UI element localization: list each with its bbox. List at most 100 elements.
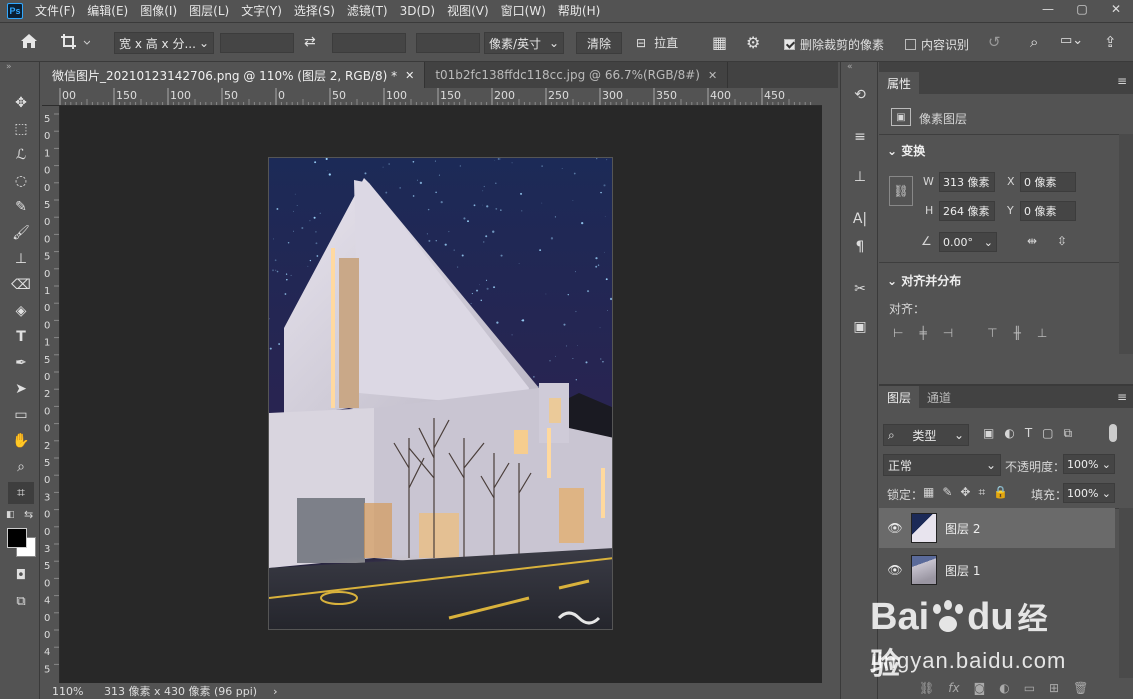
character-icon[interactable]: A|: [849, 208, 871, 230]
search-icon[interactable]: ⌕: [1030, 33, 1038, 51]
eye-icon[interactable]: 👁: [879, 521, 911, 535]
tab-properties[interactable]: 属性: [879, 72, 920, 94]
paint-bucket-tool-icon[interactable]: ◈: [8, 300, 34, 322]
brush-tool-icon[interactable]: 🖌: [8, 222, 34, 244]
reset-icon[interactable]: ↺: [988, 33, 1001, 51]
default-colors-icon[interactable]: ◧: [6, 510, 15, 520]
minimize-button[interactable]: —: [1031, 0, 1065, 18]
angle-field[interactable]: 0.00° ⌄: [939, 232, 997, 252]
trash-icon[interactable]: 🗑: [1073, 681, 1088, 695]
align-top-icon[interactable]: ⊤: [987, 326, 997, 340]
type-tool-icon[interactable]: T: [8, 326, 34, 348]
menu-item-2[interactable]: 图像(I): [134, 0, 183, 22]
align-center-vertical-icon[interactable]: ╫: [1014, 326, 1021, 340]
eraser-tool-icon[interactable]: ⌫: [8, 274, 34, 296]
menu-item-0[interactable]: 文件(F): [29, 0, 81, 22]
gear-icon[interactable]: ⚙: [746, 33, 760, 52]
crop-tool-preset-icon[interactable]: [60, 33, 90, 51]
width-ratio-input[interactable]: [220, 33, 294, 53]
content-aware-checkbox[interactable]: 内容识别: [905, 36, 969, 53]
clear-button[interactable]: 清除: [576, 32, 623, 54]
ratio-select[interactable]: 宽 x 高 x 分... ⌄: [114, 32, 214, 54]
rectangle-tool-icon[interactable]: ▭: [8, 404, 34, 426]
workspace-icon[interactable]: ▭⌄: [1060, 33, 1083, 48]
zoom-tool-icon[interactable]: ⌕: [8, 456, 34, 478]
adjustment-layer-icon[interactable]: ◐: [999, 681, 1009, 695]
resolution-input[interactable]: [416, 33, 480, 53]
layer-row-1[interactable]: 👁 图层 1: [879, 550, 1115, 590]
move-tool-icon[interactable]: ✥: [8, 92, 34, 114]
new-layer-icon[interactable]: ⊞: [1049, 681, 1059, 695]
libraries-icon[interactable]: ▣: [849, 316, 871, 338]
panel-menu-icon[interactable]: ≡: [1117, 74, 1127, 88]
menu-item-7[interactable]: 3D(D): [394, 0, 441, 22]
lock-position-icon[interactable]: ✥: [960, 485, 970, 500]
blend-mode-select[interactable]: 正常 ⌄: [883, 454, 1001, 476]
lasso-tool-icon[interactable]: ℒ: [8, 144, 34, 166]
share-icon[interactable]: ⇪: [1104, 33, 1117, 51]
height-field[interactable]: 264 像素: [939, 201, 995, 221]
marquee-tool-icon[interactable]: ⬚: [8, 118, 34, 140]
collapse-icon[interactable]: »: [6, 62, 12, 72]
y-field[interactable]: 0 像素: [1020, 201, 1076, 221]
layer-filter-select[interactable]: ⌕ 类型 ⌄: [883, 424, 969, 446]
canvas-area[interactable]: [60, 106, 822, 683]
stamp-tool-icon[interactable]: ⊥: [8, 248, 34, 270]
menu-item-5[interactable]: 选择(S): [288, 0, 341, 22]
delete-cropped-checkbox[interactable]: 删除裁剪的像素: [784, 36, 884, 53]
align-center-horizontal-icon[interactable]: ╪: [919, 326, 926, 340]
transform-section[interactable]: ⌄ 变换: [887, 142, 925, 159]
fill-field[interactable]: 100% ⌄: [1063, 483, 1115, 503]
align-right-icon[interactable]: ⊣: [943, 326, 953, 340]
menu-item-10[interactable]: 帮助(H): [552, 0, 606, 22]
foreground-color-swatch[interactable]: [7, 528, 27, 548]
link-icon[interactable]: ⛓: [889, 176, 913, 206]
close-icon[interactable]: ✕: [405, 69, 414, 82]
filter-toggle[interactable]: [1109, 424, 1117, 442]
lock-transparency-icon[interactable]: ▦: [923, 485, 934, 500]
type-filter-icon[interactable]: T: [1025, 426, 1032, 441]
screen-mode-icon[interactable]: ⧉: [8, 590, 34, 612]
layer-name[interactable]: 图层 2: [945, 520, 980, 537]
menu-item-6[interactable]: 滤镜(T): [341, 0, 394, 22]
tab-document-1[interactable]: 微信图片_20210123142706.png @ 110% (图层 2, RG…: [42, 62, 426, 88]
vertical-scrollbar[interactable]: [822, 88, 838, 683]
brush-settings-icon[interactable]: ≡: [849, 126, 871, 148]
home-icon[interactable]: [20, 33, 38, 49]
layers-scrollbar[interactable]: [1119, 508, 1133, 678]
straighten-button[interactable]: ⊟ 拉直: [636, 34, 678, 51]
path-selection-tool-icon[interactable]: ➤: [8, 378, 34, 400]
tool-presets-icon[interactable]: ✂: [849, 278, 871, 300]
quick-mask-icon[interactable]: ◘: [8, 564, 34, 586]
mask-icon[interactable]: ◙: [974, 681, 986, 695]
image-filter-icon[interactable]: ▣: [983, 426, 994, 441]
align-left-icon[interactable]: ⊢: [893, 326, 903, 340]
lock-all-icon[interactable]: 🔒: [993, 485, 1008, 500]
tab-layers[interactable]: 图层: [879, 386, 920, 408]
tab-channels[interactable]: 通道: [919, 386, 959, 408]
opacity-field[interactable]: 100% ⌄: [1063, 454, 1115, 474]
layer-name[interactable]: 图层 1: [945, 562, 980, 579]
properties-scrollbar[interactable]: [1119, 134, 1133, 354]
menu-item-1[interactable]: 编辑(E): [81, 0, 134, 22]
crop-tool-icon[interactable]: ⌗: [8, 482, 34, 504]
paragraph-icon[interactable]: ¶: [849, 236, 871, 258]
hand-tool-icon[interactable]: ✋: [8, 430, 34, 452]
lock-artboard-icon[interactable]: ⌗: [978, 485, 985, 500]
swap-icon[interactable]: ⇄: [304, 34, 316, 50]
width-field[interactable]: 313 像素: [939, 172, 995, 192]
link-layers-icon[interactable]: ⛓: [919, 681, 934, 695]
height-ratio-input[interactable]: [332, 33, 406, 53]
menu-item-3[interactable]: 图层(L): [183, 0, 235, 22]
eyedropper-tool-icon[interactable]: ✎: [8, 196, 34, 218]
clone-source-icon[interactable]: ⊥: [849, 166, 871, 188]
menu-item-9[interactable]: 窗口(W): [495, 0, 552, 22]
group-icon[interactable]: ▭: [1024, 681, 1035, 695]
panel-menu-icon[interactable]: ≡: [1117, 390, 1127, 404]
eye-icon[interactable]: 👁: [879, 563, 911, 577]
lock-pixels-icon[interactable]: ✎: [942, 485, 952, 500]
fx-icon[interactable]: fx: [948, 681, 959, 695]
close-window-button[interactable]: ✕: [1099, 0, 1133, 18]
tab-document-2[interactable]: t01b2fc138ffdc118cc.jpg @ 66.7%(RGB/8#) ✕: [425, 62, 729, 88]
smart-object-filter-icon[interactable]: ⧉: [1064, 426, 1073, 441]
